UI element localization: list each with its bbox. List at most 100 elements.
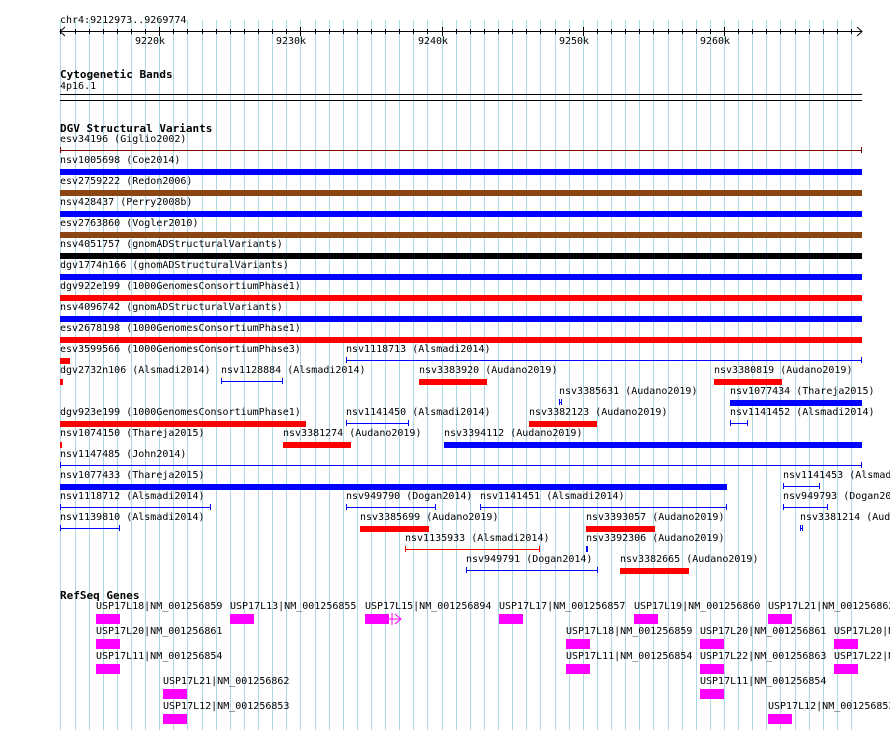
gene-feature-bar[interactable] — [700, 639, 724, 649]
dgv-feature-cap[interactable] — [119, 525, 120, 531]
gene-feature-bar[interactable] — [163, 714, 187, 724]
dgv-feature-cap[interactable] — [861, 147, 862, 153]
dgv-feature-label[interactable]: nsv3392306 (Audano2019) — [586, 533, 724, 545]
dgv-feature-label[interactable]: nsv949790 (Dogan2014) — [346, 491, 472, 503]
dgv-feature-bar[interactable] — [60, 190, 862, 196]
gene-feature-bar[interactable] — [566, 639, 590, 649]
dgv-feature-label[interactable]: nsv1141451 (Alsmadi2014) — [480, 491, 625, 503]
dgv-feature-cap[interactable] — [408, 420, 409, 426]
dgv-feature-cap[interactable] — [60, 525, 61, 531]
dgv-feature-cap[interactable] — [435, 504, 436, 510]
dgv-feature-label[interactable]: nsv4096742 (gnomADStructuralVariants) — [60, 302, 283, 314]
dgv-feature-label[interactable]: nsv1147485 (John2014) — [60, 449, 186, 461]
gene-feature-label[interactable]: USP17L22|NM_001256863 — [834, 651, 890, 663]
dgv-feature-cap[interactable] — [800, 525, 801, 531]
dgv-feature-cap[interactable] — [561, 399, 562, 405]
gene-feature-bar[interactable] — [700, 664, 724, 674]
dgv-feature-label[interactable]: esv2759222 (Redon2006) — [60, 176, 192, 188]
gene-feature-bar[interactable] — [499, 614, 523, 624]
gene-feature-label[interactable]: USP17L11|NM_001256854 — [700, 676, 826, 688]
dgv-feature-line[interactable] — [346, 507, 436, 508]
dgv-feature-cap[interactable] — [221, 378, 222, 384]
dgv-feature-line[interactable] — [60, 528, 120, 529]
dgv-feature-cap[interactable] — [726, 504, 727, 510]
dgv-feature-cap[interactable] — [346, 504, 347, 510]
gene-feature-bar[interactable] — [634, 614, 658, 624]
gene-feature-label[interactable]: USP17L21|NM_001256862 — [163, 676, 289, 688]
dgv-feature-bar[interactable] — [60, 337, 862, 343]
gene-feature-label[interactable]: USP17L12|NM_001256853 — [768, 701, 890, 713]
dgv-feature-line[interactable] — [480, 507, 727, 508]
dgv-feature-cap[interactable] — [539, 546, 540, 552]
dgv-feature-label[interactable]: nsv1128884 (Alsmadi2014) — [221, 365, 366, 377]
gene-feature-label[interactable]: USP17L21|NM_001256862 — [768, 601, 890, 613]
dgv-feature-label[interactable]: nsv3394112 (Audano2019) — [444, 428, 582, 440]
dgv-feature-line[interactable] — [783, 486, 820, 487]
dgv-feature-bar[interactable] — [60, 274, 862, 280]
dgv-feature-label[interactable]: nsv3385631 (Audano2019) — [559, 386, 697, 398]
dgv-feature-bar[interactable] — [60, 442, 62, 448]
dgv-feature-label[interactable]: esv2763860 (Vogler2010) — [60, 218, 198, 230]
dgv-feature-line[interactable] — [221, 381, 283, 382]
dgv-feature-bar[interactable] — [586, 526, 655, 532]
dgv-feature-line[interactable] — [783, 507, 828, 508]
dgv-feature-cap[interactable] — [802, 525, 803, 531]
dgv-feature-label[interactable]: esv34196 (Giglio2002) — [60, 134, 186, 146]
dgv-feature-label[interactable]: nsv1118713 (Alsmadi2014) — [346, 344, 491, 356]
gene-feature-label[interactable]: USP17L18|NM_001256859 — [566, 626, 692, 638]
dgv-feature-label[interactable]: nsv3385699 (Audano2019) — [360, 512, 498, 524]
dgv-feature-bar[interactable] — [714, 379, 782, 385]
dgv-feature-label[interactable]: nsv3380819 (Audano2019) — [714, 365, 852, 377]
gene-feature-label[interactable]: USP17L20|NM_001256861 — [834, 626, 890, 638]
dgv-feature-line[interactable] — [60, 465, 862, 466]
gene-feature-label[interactable]: USP17L11|NM_001256854 — [96, 651, 222, 663]
dgv-feature-cap[interactable] — [282, 378, 283, 384]
dgv-feature-label[interactable]: nsv1141452 (Alsmadi2014) — [730, 407, 875, 419]
gene-feature-label[interactable]: USP17L15|NM_001256894 — [365, 601, 491, 613]
dgv-feature-cap[interactable] — [783, 504, 784, 510]
gene-feature-bar[interactable] — [768, 714, 792, 724]
dgv-feature-bar[interactable] — [419, 379, 487, 385]
dgv-feature-label[interactable]: nsv3382123 (Audano2019) — [529, 407, 667, 419]
dgv-feature-label[interactable]: nsv1077433 (Thareja2015) — [60, 470, 205, 482]
dgv-feature-label[interactable]: nsv3381214 (Audano2019) — [800, 512, 890, 524]
dgv-feature-cap[interactable] — [60, 147, 61, 153]
dgv-feature-bar[interactable] — [444, 442, 862, 448]
gene-feature-bar[interactable] — [96, 639, 120, 649]
dgv-feature-label[interactable]: nsv1005698 (Coe2014) — [60, 155, 180, 167]
gene-feature-label[interactable]: USP17L13|NM_001256855 — [230, 601, 356, 613]
dgv-feature-bar[interactable] — [730, 400, 862, 406]
dgv-feature-line[interactable] — [60, 507, 211, 508]
dgv-feature-bar[interactable] — [60, 484, 727, 490]
gene-feature-bar[interactable] — [96, 614, 120, 624]
dgv-feature-cap[interactable] — [559, 399, 560, 405]
dgv-feature-bar[interactable] — [60, 169, 862, 175]
dgv-feature-bar[interactable] — [60, 211, 862, 217]
dgv-feature-cap[interactable] — [60, 504, 61, 510]
dgv-feature-line[interactable] — [730, 423, 748, 424]
gene-feature-label[interactable]: USP17L12|NM_001256853 — [163, 701, 289, 713]
dgv-feature-label[interactable]: nsv4051757 (gnomADStructuralVariants) — [60, 239, 283, 251]
gene-feature-bar[interactable] — [768, 614, 792, 624]
dgv-feature-cap[interactable] — [730, 420, 731, 426]
dgv-feature-label[interactable]: nsv3381274 (Audano2019) — [283, 428, 421, 440]
dgv-feature-bar[interactable] — [60, 358, 70, 364]
dgv-feature-cap[interactable] — [587, 546, 588, 552]
dgv-feature-label[interactable]: nsv3383920 (Audano2019) — [419, 365, 557, 377]
gene-feature-bar[interactable] — [834, 664, 858, 674]
dgv-feature-cap[interactable] — [210, 504, 211, 510]
dgv-feature-bar[interactable] — [283, 442, 351, 448]
dgv-feature-bar[interactable] — [60, 232, 862, 238]
dgv-feature-label[interactable]: nsv3382665 (Audano2019) — [620, 554, 758, 566]
dgv-feature-cap[interactable] — [819, 483, 820, 489]
dgv-feature-label[interactable]: dgv922e199 (1000GenomesConsortiumPhase1) — [60, 281, 301, 293]
dgv-feature-cap[interactable] — [346, 420, 347, 426]
gene-feature-bar[interactable] — [230, 614, 254, 624]
gene-feature-label[interactable]: USP17L19|NM_001256860 — [634, 601, 760, 613]
dgv-feature-label[interactable]: nsv3393057 (Audano2019) — [586, 512, 724, 524]
dgv-feature-label[interactable]: esv3599566 (1000GenomesConsortiumPhase3) — [60, 344, 301, 356]
dgv-feature-label[interactable]: nsv949793 (Dogan2014) — [783, 491, 890, 503]
dgv-feature-label[interactable]: dgv923e199 (1000GenomesConsortiumPhase1) — [60, 407, 301, 419]
dgv-feature-bar[interactable] — [620, 568, 689, 574]
gene-feature-label[interactable]: USP17L22|NM_001256863 — [700, 651, 826, 663]
